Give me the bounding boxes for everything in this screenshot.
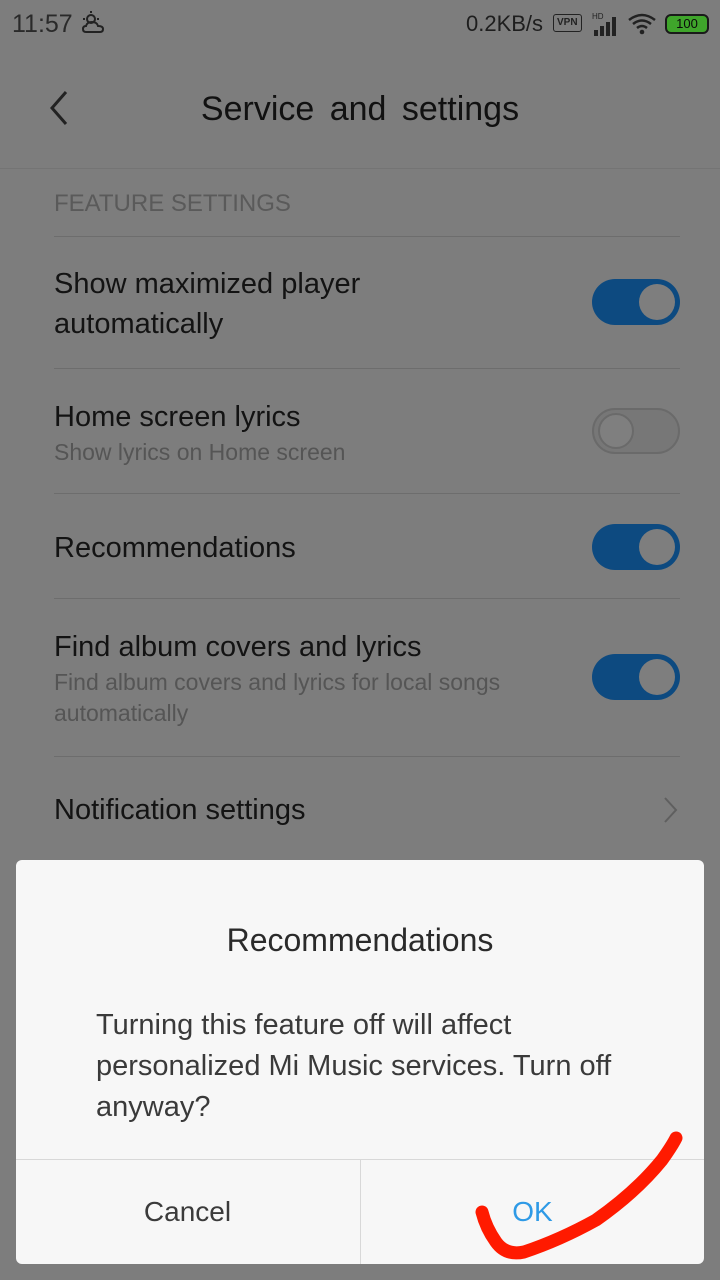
recommendations-toggle[interactable] — [592, 524, 680, 570]
divider — [54, 598, 680, 599]
wifi-icon — [628, 13, 656, 35]
setting-title: Notification settings — [54, 794, 306, 826]
dialog-title: Recommendations — [226, 922, 494, 958]
setting-title: Recommendations — [54, 532, 296, 564]
weather-icon — [81, 11, 105, 33]
app-header: Service and settings — [0, 60, 720, 160]
divider — [54, 756, 680, 757]
status-time: 11:57 — [12, 10, 73, 38]
ok-button[interactable]: OK — [361, 1160, 704, 1264]
header-divider — [0, 168, 720, 169]
show-maximized-player-toggle[interactable] — [592, 279, 680, 325]
settings-screen: 11:57 0.2KB/s VPN HD 100 Service and set… — [0, 0, 720, 1280]
setting-title-line2: automatically — [54, 308, 224, 340]
vpn-icon: VPN — [553, 14, 582, 32]
setting-subtitle: Find album covers and lyrics for local s… — [54, 669, 501, 695]
divider — [54, 368, 680, 369]
setting-subtitle-line2: automatically — [54, 700, 189, 726]
setting-show-maximized-player[interactable]: Show maximized player automatically — [54, 264, 680, 344]
setting-title: Find album covers and lyrics — [54, 631, 422, 663]
find-album-covers-toggle[interactable] — [592, 654, 680, 700]
setting-notification-settings[interactable]: Notification settings — [54, 790, 680, 830]
chevron-right-icon — [664, 797, 678, 823]
toggle-knob — [639, 529, 675, 565]
setting-home-screen-lyrics[interactable]: Home screen lyrics Show lyrics on Home s… — [54, 397, 680, 469]
page-title: Service and settings — [200, 90, 520, 128]
battery-icon: 100 — [665, 14, 709, 34]
setting-subtitle: Show lyrics on Home screen — [54, 439, 346, 465]
setting-recommendations[interactable]: Recommendations — [54, 524, 680, 570]
setting-title: Show maximized player — [54, 268, 361, 300]
svg-text:HD: HD — [592, 12, 604, 21]
setting-find-album-covers[interactable]: Find album covers and lyrics Find album … — [54, 627, 680, 729]
section-header: FEATURE SETTINGS — [54, 190, 291, 217]
dialog-message: Turning this feature off will affect per… — [96, 1009, 612, 1123]
toggle-knob — [639, 659, 675, 695]
toggle-knob — [598, 413, 634, 449]
divider — [54, 493, 680, 494]
network-speed: 0.2KB/s — [466, 11, 544, 36]
signal-icon: HD — [592, 12, 616, 36]
toggle-knob — [639, 284, 675, 320]
cancel-button[interactable]: Cancel — [16, 1160, 359, 1264]
divider — [54, 236, 680, 237]
status-bar: 11:57 0.2KB/s VPN HD 100 — [0, 0, 720, 50]
confirmation-dialog: Recommendations Turning this feature off… — [16, 860, 704, 1264]
home-screen-lyrics-toggle[interactable] — [592, 408, 680, 454]
setting-title: Home screen lyrics — [54, 401, 301, 433]
